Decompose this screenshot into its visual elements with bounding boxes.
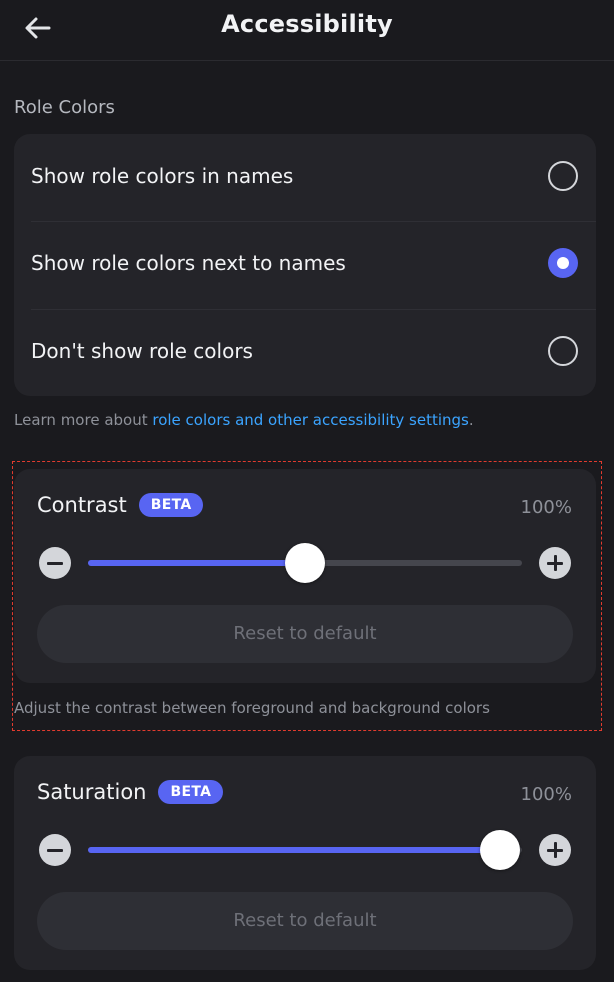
saturation-title-row: Saturation BETA	[37, 780, 224, 804]
learn-more-suffix: .	[468, 411, 474, 429]
saturation-title: Saturation	[37, 780, 147, 804]
top-app-bar: Accessibility	[0, 0, 614, 61]
role-option-label: Don't show role colors	[31, 339, 253, 363]
saturation-decrease-button[interactable]	[39, 834, 71, 866]
role-option-next-to-names[interactable]: Show role colors next to names	[14, 221, 596, 309]
section-label-role-colors: Role Colors	[14, 97, 115, 118]
saturation-slider-fill	[88, 847, 501, 853]
page-title: Accessibility	[221, 10, 393, 38]
radio-button-unchecked[interactable]	[548, 161, 578, 191]
saturation-increase-button[interactable]	[539, 834, 571, 866]
role-colors-card: Show role colors in names Show role colo…	[14, 134, 596, 396]
saturation-card: Saturation BETA 100% Reset to default	[14, 756, 596, 970]
radio-button-checked[interactable]	[548, 248, 578, 278]
highlight-box	[12, 461, 602, 731]
radio-button-unchecked[interactable]	[548, 336, 578, 366]
saturation-reset-button[interactable]: Reset to default	[37, 892, 573, 950]
saturation-value: 100%	[520, 784, 572, 805]
learn-more-prefix: Learn more about	[14, 411, 153, 429]
role-option-label: Show role colors next to names	[31, 251, 346, 275]
minus-circle-icon	[47, 849, 63, 852]
role-option-dont-show[interactable]: Don't show role colors	[14, 309, 596, 396]
saturation-slider-track[interactable]	[88, 830, 522, 870]
saturation-slider-thumb[interactable]	[480, 830, 521, 870]
beta-badge: BETA	[158, 780, 224, 804]
accessibility-settings-link[interactable]: role colors and other accessibility sett…	[152, 411, 469, 429]
role-option-label: Show role colors in names	[31, 164, 294, 188]
role-option-in-names[interactable]: Show role colors in names	[14, 134, 596, 222]
learn-more-text: Learn more about role colors and other a…	[14, 411, 474, 429]
